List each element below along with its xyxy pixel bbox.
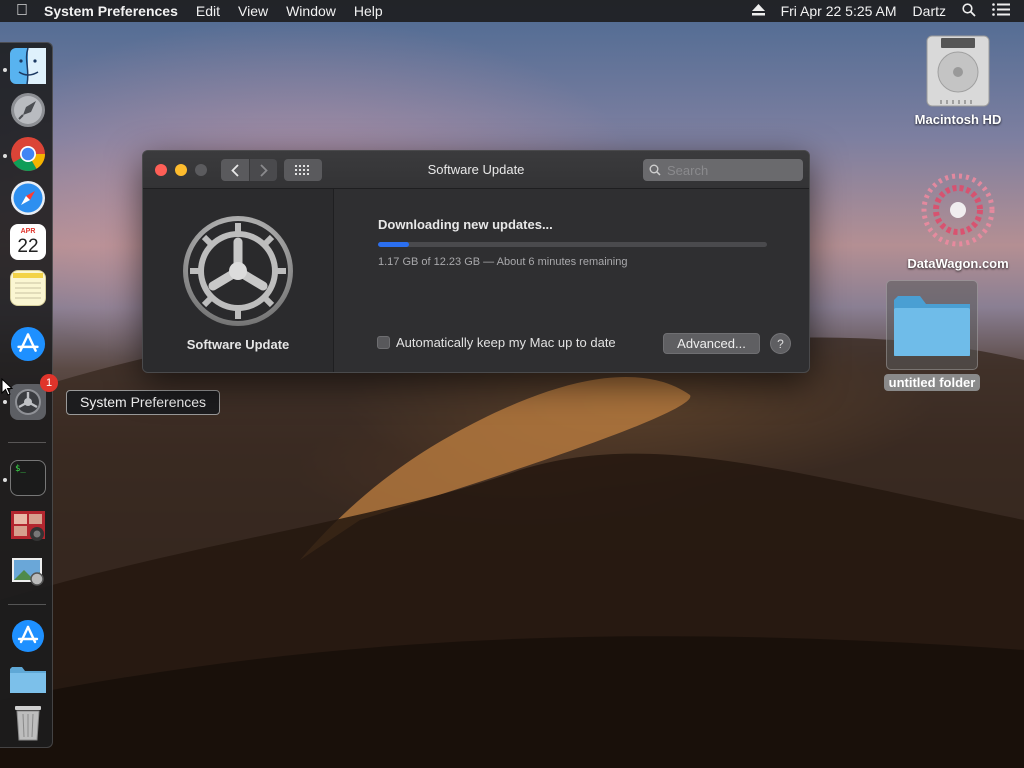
dock-separator <box>8 442 46 443</box>
dock-trash-icon[interactable] <box>10 704 46 741</box>
spotlight-search-icon[interactable] <box>962 2 976 20</box>
dock-folder-icon[interactable] <box>10 662 46 698</box>
menu-clock[interactable]: Fri Apr 22 5:25 AM <box>781 3 897 19</box>
hard-drive-icon <box>926 35 990 107</box>
dock-photo-booth-icon[interactable] <box>10 508 46 544</box>
progress-fill <box>378 242 410 247</box>
search-icon <box>649 164 661 176</box>
pane-sidebar: Software Update <box>143 189 334 372</box>
dock-safari-icon[interactable] <box>10 180 46 216</box>
menu-help[interactable]: Help <box>354 3 383 19</box>
running-indicator <box>3 400 7 404</box>
menu-window[interactable]: Window <box>286 3 336 19</box>
status-title: Downloading new updates... <box>378 217 553 232</box>
software-update-window: Software Update Search Software Update D… <box>142 150 810 373</box>
datawagon-logo-icon <box>921 173 995 247</box>
desktop-wallpaper <box>0 318 1024 768</box>
search-input[interactable] <box>667 162 792 178</box>
apple-icon[interactable]:  <box>0 2 44 20</box>
desktop-macintosh-hd[interactable]: Macintosh HD <box>906 34 1010 127</box>
title-bar: Software Update <box>143 151 809 189</box>
dock-terminal-icon[interactable]: $_ <box>10 460 46 496</box>
running-indicator <box>3 68 7 72</box>
desktop-label: DataWagon.com <box>907 256 1009 271</box>
menu-app-name[interactable]: System Preferences <box>44 3 178 19</box>
advanced-button[interactable]: Advanced... <box>663 333 760 354</box>
menu-user[interactable]: Dartz <box>913 3 946 19</box>
progress-detail: 1.17 GB of 12.23 GB — About 6 minutes re… <box>378 256 628 268</box>
dock-app-store-download-icon[interactable] <box>10 618 46 654</box>
dock-chrome-icon[interactable] <box>10 136 46 172</box>
download-progress-bar <box>378 242 767 247</box>
folder-icon <box>894 296 970 356</box>
menu-edit[interactable]: Edit <box>196 3 220 19</box>
menu-bar:  System Preferences Edit View Window He… <box>0 0 1024 22</box>
calendar-day: 22 <box>17 235 39 257</box>
auto-update-label[interactable]: Automatically keep my Mac up to date <box>396 335 616 350</box>
software-update-gear-icon <box>183 216 293 326</box>
dock-finder-icon[interactable] <box>10 48 46 84</box>
desktop-datawagon[interactable]: DataWagon.com <box>900 168 1016 271</box>
dock-system-preferences-icon[interactable] <box>10 384 46 420</box>
pane-label: Software Update <box>186 337 290 352</box>
dock-preview-icon[interactable] <box>10 554 46 590</box>
help-button[interactable]: ? <box>770 333 791 354</box>
dock-notes-icon[interactable] <box>10 270 46 306</box>
auto-update-checkbox[interactable] <box>377 336 390 349</box>
menu-view[interactable]: View <box>238 3 268 19</box>
notification-badge: 1 <box>40 374 58 392</box>
mouse-cursor-icon <box>1 378 13 396</box>
dock-calendar-icon[interactable]: APR 22 <box>10 224 46 260</box>
dock-tooltip: System Preferences <box>66 390 221 415</box>
desktop-label: untitled folder <box>883 374 981 391</box>
desktop-label: Macintosh HD <box>914 112 1002 127</box>
dock-app-store-icon[interactable] <box>10 326 46 362</box>
running-indicator <box>3 154 7 158</box>
folder-selection <box>886 280 978 370</box>
running-indicator <box>3 478 7 482</box>
notification-center-icon[interactable] <box>992 3 1010 19</box>
dock-launchpad-icon[interactable] <box>10 92 46 128</box>
desktop-untitled-folder[interactable]: untitled folder <box>882 280 982 391</box>
dock-separator <box>8 604 46 605</box>
auto-update-row[interactable]: Automatically keep my Mac up to date <box>377 335 616 350</box>
search-field[interactable] <box>643 159 803 181</box>
eject-icon[interactable] <box>751 3 765 19</box>
calendar-month: APR <box>20 227 36 235</box>
